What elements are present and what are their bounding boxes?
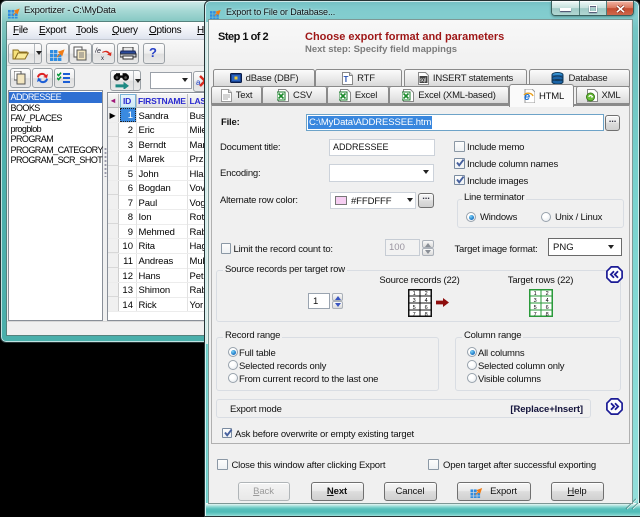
svg-text:3: 3 (534, 297, 537, 303)
svg-text:7: 7 (534, 311, 537, 316)
svg-text:6: 6 (546, 304, 549, 310)
svg-text:3: 3 (413, 297, 416, 303)
svg-text:6: 6 (425, 304, 428, 310)
svg-text:x: x (101, 56, 104, 61)
svg-text:5: 5 (534, 304, 537, 310)
svg-text:4: 4 (546, 297, 549, 303)
svg-text:1: 1 (534, 290, 537, 296)
svg-text:8: 8 (546, 311, 549, 316)
svg-text:/e: /e (95, 48, 101, 55)
svg-text:7: 7 (413, 311, 416, 316)
svg-text:8: 8 (425, 311, 428, 316)
svg-text:4: 4 (425, 297, 428, 303)
svg-text:5: 5 (413, 304, 416, 310)
svg-text:sql: sql (420, 77, 426, 83)
svg-text:1: 1 (413, 290, 416, 296)
svg-text:2: 2 (425, 290, 428, 296)
svg-text:T: T (344, 75, 349, 84)
svg-text:2: 2 (546, 290, 549, 296)
